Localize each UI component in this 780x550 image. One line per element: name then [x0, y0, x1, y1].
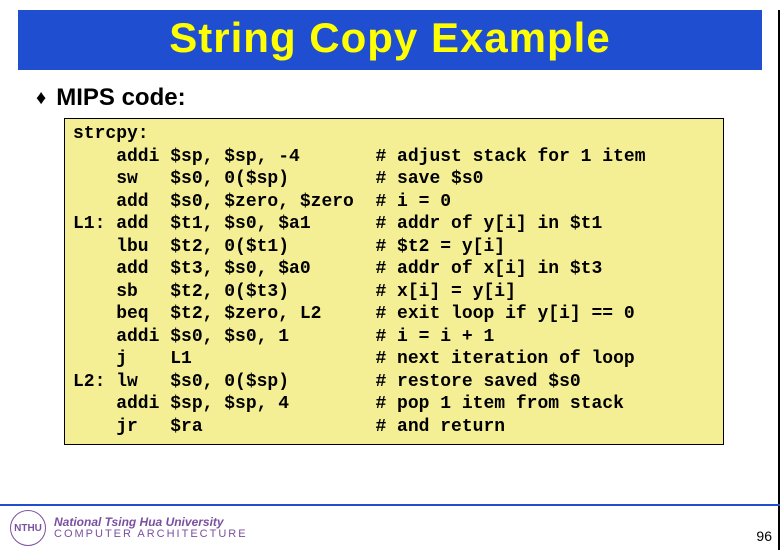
- subheading: MIPS code:: [56, 84, 185, 112]
- logo-abbrev: NTHU: [14, 523, 42, 534]
- university-subtitle: COMPUTER ARCHITECTURE: [54, 529, 248, 541]
- content-area: ♦ MIPS code: strcpy: addi $sp, $sp, -4 #…: [0, 70, 780, 445]
- diamond-bullet-icon: ♦: [36, 87, 46, 110]
- university-name: National Tsing Hua University: [54, 516, 248, 529]
- footer-inner: NTHU National Tsing Hua University COMPU…: [0, 506, 780, 550]
- bullet-row: ♦ MIPS code:: [36, 84, 744, 112]
- university-text: National Tsing Hua University COMPUTER A…: [54, 516, 248, 540]
- page-number: 96: [756, 528, 772, 544]
- code-block: strcpy: addi $sp, $sp, -4 # adjust stack…: [64, 118, 724, 445]
- slide-title: String Copy Example: [18, 14, 762, 62]
- university-logo-icon: NTHU: [10, 510, 46, 546]
- footer: NTHU National Tsing Hua University COMPU…: [0, 504, 780, 550]
- title-bar: String Copy Example: [18, 10, 762, 70]
